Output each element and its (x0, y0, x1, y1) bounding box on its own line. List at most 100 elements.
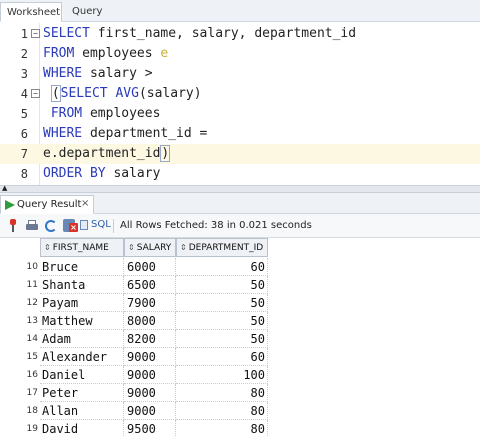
play-icon (5, 200, 15, 210)
table-row[interactable]: 17 Peter 9000 80 (0, 384, 480, 402)
results-toolbar: × SQL All Rows Fetched: 38 in 0.021 seco… (0, 214, 480, 238)
tab-worksheet[interactable]: Worksheet (0, 2, 62, 22)
code-text: (SELECT AVG(salary) (43, 84, 202, 104)
line-number: 1 (20, 27, 28, 41)
code-line[interactable]: 3 WHERE salary > (0, 64, 480, 84)
code-token: e.department_id (43, 146, 161, 161)
matched-paren: ( (50, 85, 61, 102)
code-line[interactable]: 6 WHERE department_id = (0, 124, 480, 144)
sql-editor[interactable]: 1− SELECT first_name, salary, department_… (0, 23, 480, 185)
row-number: 16 (26, 370, 38, 380)
query-result-label: Query Result (17, 199, 82, 210)
cell-department-id[interactable]: 80 (176, 402, 268, 420)
pane-splitter[interactable]: ▲▼ (0, 184, 480, 200)
row-number: 14 (26, 334, 38, 344)
cell-salary[interactable]: 8000 (124, 312, 176, 330)
cell-salary[interactable]: 7900 (124, 294, 176, 312)
line-number: 7 (20, 147, 28, 161)
cell-salary[interactable]: 9000 (124, 402, 176, 420)
code-line[interactable]: 8 ORDER BY salary (0, 164, 480, 184)
cell-first-name[interactable]: Allan (40, 402, 124, 420)
row-number: 12 (26, 298, 38, 308)
sort-icon: ⇕ (128, 243, 135, 252)
code-line[interactable]: 4− (SELECT AVG(salary) (0, 84, 480, 104)
fold-collapse-icon[interactable]: − (31, 89, 40, 98)
matched-paren: ) (160, 145, 171, 162)
cell-department-id[interactable]: 80 (176, 420, 268, 437)
table-row[interactable]: 15 Alexander 9000 60 (0, 348, 480, 366)
code-token: salary (105, 166, 161, 181)
table-row[interactable]: 16 Daniel 9000 100 (0, 366, 480, 384)
code-line[interactable]: 5 FROM employees (0, 104, 480, 124)
table-row[interactable]: 14 Adam 8200 50 (0, 330, 480, 348)
column-header-label: FIRST_NAME (52, 243, 109, 253)
cell-first-name[interactable]: Bruce (40, 258, 124, 276)
cell-first-name[interactable]: Alexander (40, 348, 124, 366)
results-grid[interactable]: ⇕ FIRST_NAME ⇕ SALARY ⇕ DEPARTMENT_ID 10 Bru… (0, 238, 480, 437)
table-row[interactable]: 13 Matthew 8000 50 (0, 312, 480, 330)
sql-button[interactable]: SQL (80, 218, 111, 234)
cell-salary[interactable]: 6500 (124, 276, 176, 294)
cell-department-id[interactable]: 100 (176, 366, 268, 384)
cell-salary[interactable]: 8200 (124, 330, 176, 348)
column-header-label: SALARY (136, 243, 172, 253)
close-tab-button[interactable]: × (81, 198, 89, 209)
table-row[interactable]: 12 Payam 7900 50 (0, 294, 480, 312)
code-text: FROM employees e (43, 44, 168, 64)
refresh-icon[interactable] (44, 219, 58, 233)
code-text: WHERE salary > (43, 64, 153, 84)
code-token: (salary) (138, 86, 202, 101)
cell-department-id[interactable]: 50 (176, 330, 268, 348)
table-row[interactable]: 11 Shanta 6500 50 (0, 276, 480, 294)
code-text: e.department_id) (43, 144, 171, 164)
cell-first-name[interactable]: Matthew (40, 312, 124, 330)
tab-query-builder[interactable]: Query Builder (66, 2, 146, 36)
cell-salary[interactable]: 9000 (124, 366, 176, 384)
code-token: first_name, salary, department_id (89, 26, 357, 41)
line-number: 5 (20, 107, 28, 121)
row-number: 10 (26, 262, 38, 272)
cell-department-id[interactable]: 50 (176, 294, 268, 312)
table-row[interactable]: 18 Allan 9000 80 (0, 402, 480, 420)
column-header-label: DEPARTMENT_ID (188, 243, 264, 253)
cell-first-name[interactable]: Peter (40, 384, 124, 402)
line-number: 2 (20, 47, 28, 61)
cell-salary[interactable]: 9000 (124, 348, 176, 366)
cell-department-id[interactable]: 60 (176, 348, 268, 366)
code-line[interactable]: 1− SELECT first_name, salary, department_… (0, 24, 480, 44)
tab-query-result[interactable]: Query Result × (0, 195, 94, 214)
table-alias: e (160, 46, 169, 61)
cell-salary[interactable]: 9500 (124, 420, 176, 437)
cell-department-id[interactable]: 80 (176, 384, 268, 402)
code-line[interactable]: 7 e.department_id) (0, 144, 480, 164)
toolbar-separator (113, 219, 114, 233)
pin-icon[interactable] (6, 219, 20, 233)
cell-first-name[interactable]: Shanta (40, 276, 124, 294)
sql-keyword: WHERE (43, 66, 83, 81)
cell-department-id[interactable]: 50 (176, 312, 268, 330)
cell-salary[interactable]: 9000 (124, 384, 176, 402)
cell-department-id[interactable]: 60 (176, 258, 268, 276)
line-number: 3 (20, 67, 28, 81)
fold-collapse-icon[interactable]: − (31, 29, 40, 38)
print-icon[interactable] (25, 219, 39, 233)
line-number: 8 (20, 167, 28, 181)
code-line[interactable]: 2 FROM employees e (0, 44, 480, 64)
code-token: salary > (82, 66, 153, 81)
cell-department-id[interactable]: 50 (176, 276, 268, 294)
column-header-first-name[interactable]: ⇕ FIRST_NAME (40, 238, 124, 257)
cancel-query-icon[interactable]: × (63, 219, 78, 233)
sql-keyword: ORDER BY (43, 166, 106, 181)
table-row[interactable]: 10 Bruce 6000 60 (0, 258, 480, 276)
column-header-department-id[interactable]: ⇕ DEPARTMENT_ID (176, 238, 268, 257)
column-header-salary[interactable]: ⇕ SALARY (124, 238, 176, 257)
cell-first-name[interactable]: Adam (40, 330, 124, 348)
cell-first-name[interactable]: Payam (40, 294, 124, 312)
table-row[interactable]: 19 David 9500 80 (0, 420, 480, 437)
cell-first-name[interactable]: David (40, 420, 124, 437)
cell-salary[interactable]: 6000 (124, 258, 176, 276)
sql-keyword: WHERE (43, 126, 83, 141)
cell-first-name[interactable]: Daniel (40, 366, 124, 384)
